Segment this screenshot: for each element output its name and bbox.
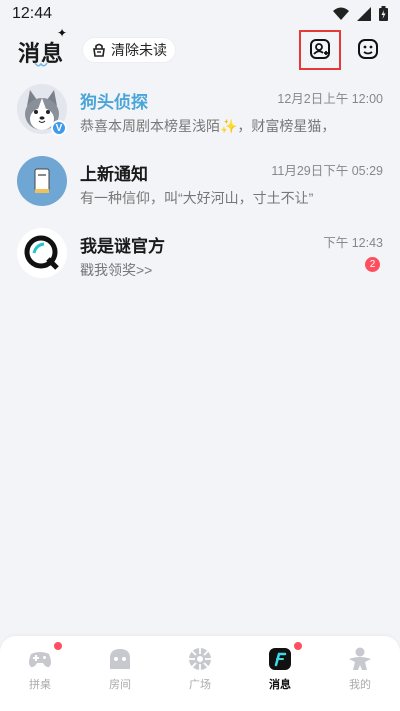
- signal-icon: [357, 6, 371, 21]
- bottom-tab-bar: 拼桌 房间 广场 消息 我的: [0, 636, 400, 711]
- list-item[interactable]: V 狗头侦探 12月2日上午 12:00 恭喜本周剧本榜星浅陌✨，财富榜星猫，: [0, 80, 400, 152]
- message-sender-name: 上新通知: [80, 165, 148, 184]
- sparkle-icon: ✦: [57, 26, 68, 40]
- tab-fangjian[interactable]: 房间: [80, 646, 160, 701]
- meeple-icon: [349, 647, 371, 670]
- battery-icon: [379, 6, 388, 21]
- tab-new-dot: [54, 642, 62, 650]
- verified-badge-icon: V: [51, 120, 67, 136]
- message-time: 12月2日上午 12:00: [277, 92, 383, 106]
- broom-icon: [93, 43, 105, 57]
- squiggle-decoration-icon: [34, 62, 48, 67]
- unread-count-badge: 2: [365, 257, 380, 272]
- message-time: 下午 12:43: [323, 236, 383, 250]
- tab-pinzhuo[interactable]: 拼桌: [0, 642, 80, 701]
- tab-label: 房间: [109, 679, 131, 691]
- message-sender-name: 我是谜官方: [80, 237, 165, 256]
- status-icons: [333, 6, 388, 21]
- message-preview: 恭喜本周剧本榜星浅陌✨，财富榜星猫，: [80, 118, 336, 134]
- wifi-icon: [333, 7, 349, 20]
- list-item[interactable]: 上新通知 11月29日下午 05:29 有一种信仰，叫“大好河山，寸土不让”: [0, 152, 400, 224]
- tab-label: 广场: [189, 679, 211, 691]
- status-time: 12:44: [12, 5, 53, 22]
- robot-face-button[interactable]: [351, 32, 385, 66]
- clear-unread-label: 清除未读: [111, 42, 167, 58]
- house-icon: [110, 649, 130, 669]
- q-logo-avatar: [17, 228, 67, 278]
- book-avatar: [17, 156, 67, 206]
- tab-wode[interactable]: 我的: [320, 646, 400, 701]
- tab-guangchang[interactable]: 广场: [160, 646, 240, 701]
- message-preview: 戳我领奖>>: [80, 262, 153, 278]
- list-item[interactable]: 我是谜官方 下午 12:43 戳我领奖>> 2: [0, 224, 400, 296]
- tab-xiaoxi[interactable]: 消息: [240, 642, 320, 701]
- message-time: 11月29日下午 05:29: [271, 164, 383, 178]
- tab-label: 消息: [269, 679, 291, 691]
- message-preview: 有一种信仰，叫“大好河山，寸土不让”: [80, 190, 314, 206]
- tab-label: 拼桌: [29, 679, 51, 691]
- clear-unread-button[interactable]: 清除未读: [83, 38, 175, 62]
- tab-new-dot: [294, 642, 302, 650]
- highlight-box: [299, 30, 341, 70]
- status-bar: 12:44: [0, 0, 400, 28]
- ball-icon: [189, 648, 211, 670]
- gamepad-icon: [29, 652, 51, 668]
- tab-label: 我的: [349, 679, 371, 691]
- message-icon: [269, 648, 291, 670]
- message-sender-name: 狗头侦探: [80, 93, 148, 112]
- message-list: V 狗头侦探 12月2日上午 12:00 恭喜本周剧本榜星浅陌✨，财富榜星猫， …: [0, 80, 400, 296]
- robot-face-icon: [358, 39, 378, 59]
